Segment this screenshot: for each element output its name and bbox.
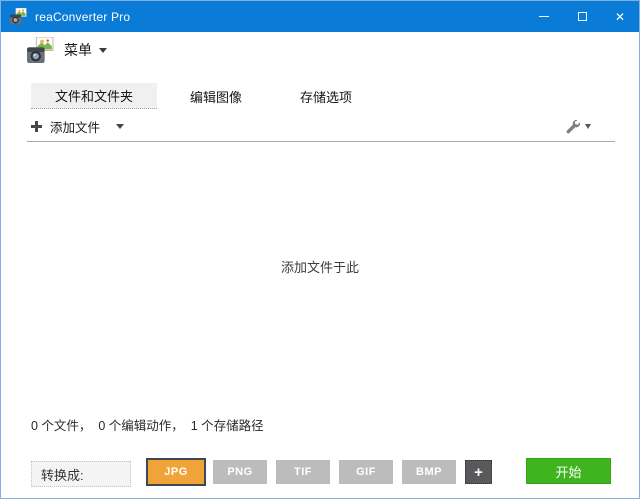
plus-icon <box>31 121 42 132</box>
format-button-bmp[interactable]: BMP <box>402 460 456 484</box>
tab-saving-options[interactable]: 存储选项 <box>271 83 381 109</box>
format-button-tif[interactable]: TIF <box>276 460 330 484</box>
app-logo-icon <box>10 8 27 25</box>
tab-label: 文件和文件夹 <box>55 86 133 105</box>
minimize-icon <box>539 16 549 17</box>
chevron-down-icon <box>99 48 107 53</box>
start-button[interactable]: 开始 <box>526 458 611 484</box>
menu-button[interactable]: 菜单 <box>27 35 107 65</box>
menu-label: 菜单 <box>64 40 92 60</box>
tab-bar: 文件和文件夹 编辑图像 存储选项 <box>31 83 381 109</box>
convert-to-label: 转换成: <box>31 461 131 487</box>
close-icon: ✕ <box>615 11 625 23</box>
add-files-button[interactable]: 添加文件 <box>31 113 124 139</box>
status-summary: 0 个文件， 0 个编辑动作， 1 个存储路径 <box>31 415 264 434</box>
format-button-jpg[interactable]: JPG <box>146 458 206 486</box>
tools-menu-button[interactable] <box>564 114 591 138</box>
titlebar: reaConverter Pro ✕ <box>1 1 639 32</box>
close-button[interactable]: ✕ <box>601 1 639 32</box>
maximize-icon <box>578 12 587 21</box>
tab-label: 编辑图像 <box>190 87 242 106</box>
chevron-down-icon[interactable] <box>116 124 124 129</box>
app-window: reaConverter Pro ✕ 菜单 文件和文件夹 编辑图像 <box>0 0 640 499</box>
chevron-down-icon <box>585 124 591 129</box>
maximize-button[interactable] <box>563 1 601 32</box>
minimize-button[interactable] <box>525 1 563 32</box>
add-format-button[interactable]: + <box>465 460 492 484</box>
tab-edit-images[interactable]: 编辑图像 <box>161 83 271 109</box>
format-button-group: JPG PNG TIF GIF BMP + <box>146 458 492 486</box>
file-drop-zone[interactable]: 添加文件于此 <box>1 142 639 408</box>
tab-label: 存储选项 <box>300 87 352 106</box>
tab-files-and-folders[interactable]: 文件和文件夹 <box>31 83 157 109</box>
window-title: reaConverter Pro <box>35 10 130 24</box>
add-files-label: 添加文件 <box>50 117 100 136</box>
camera-photo-icon <box>27 37 54 64</box>
format-button-gif[interactable]: GIF <box>339 460 393 484</box>
format-button-png[interactable]: PNG <box>213 460 267 484</box>
drop-hint-text: 添加文件于此 <box>1 257 639 276</box>
wrench-icon <box>564 118 581 135</box>
